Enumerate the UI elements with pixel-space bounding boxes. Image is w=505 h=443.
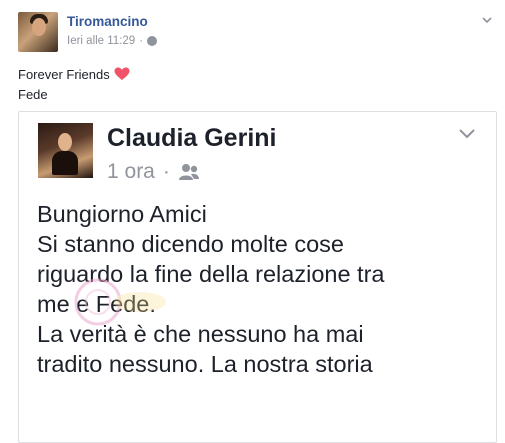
avatar-face: [58, 133, 72, 151]
shared-text-line: Bungiorno Amici: [37, 201, 207, 227]
post-text-line1: Forever Friends: [18, 67, 110, 82]
meta-separator: ·: [139, 35, 144, 47]
post-text: Forever Friends Fede: [18, 65, 130, 105]
post-text-line2: Fede: [18, 87, 48, 102]
chevron-down-icon[interactable]: [481, 14, 493, 26]
shared-timestamp[interactable]: 1 ora: [107, 160, 155, 184]
avatar-face: [32, 18, 46, 36]
globe-icon[interactable]: [147, 36, 158, 46]
heart-icon: [114, 67, 130, 80]
author-name[interactable]: Tiromancino: [67, 14, 148, 29]
shared-text-line: Si stanno dicendo molte cose: [37, 231, 344, 257]
author-avatar[interactable]: [18, 12, 58, 52]
chevron-down-icon[interactable]: [458, 127, 476, 141]
post-text-line: Forever Friends: [18, 65, 130, 85]
shared-author-avatar[interactable]: [38, 123, 93, 178]
shared-text-line: tradito nessuno. La nostra storia: [37, 351, 373, 377]
meta-separator: ·: [162, 160, 170, 183]
friends-icon[interactable]: [178, 163, 200, 181]
shared-author-name[interactable]: Claudia Gerini: [107, 124, 276, 153]
shared-meta: 1 ora ·: [107, 160, 200, 184]
post-meta: Ieri alle 11:29 ·: [67, 35, 158, 47]
avatar-body: [52, 151, 78, 175]
watermark-logo: [74, 278, 166, 326]
post-timestamp[interactable]: Ieri alle 11:29: [67, 35, 135, 47]
